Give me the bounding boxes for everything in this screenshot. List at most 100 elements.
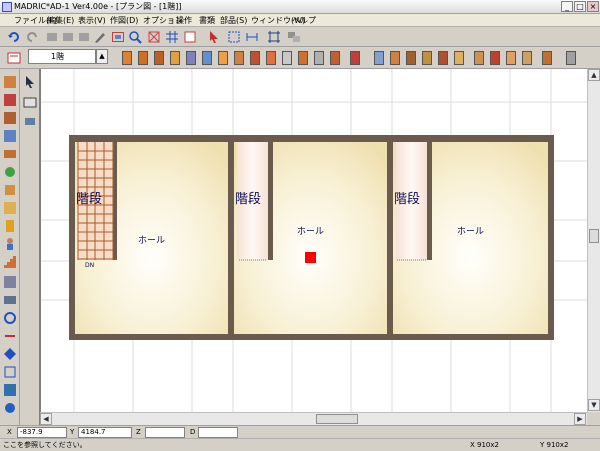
scroll-down-button[interactable]: ▼ [588, 399, 600, 411]
fixture-tool-icon[interactable] [266, 51, 276, 65]
maximize-button[interactable]: □ [574, 1, 586, 12]
copy-tool-icon[interactable] [3, 275, 17, 289]
move-tool-icon[interactable] [3, 293, 17, 307]
display-tool-icon[interactable] [23, 96, 37, 110]
z-coordinate-field[interactable] [145, 427, 185, 438]
measure-icon[interactable] [266, 29, 280, 43]
coordinate-bar: X -837.9 Y 4184.7 Z D [0, 425, 600, 438]
furniture-tool-icon[interactable] [330, 51, 340, 65]
paste-icon[interactable] [76, 29, 90, 43]
menu-draw[interactable]: 作図(D) [110, 15, 138, 26]
y-label: Y [70, 428, 75, 436]
grid-icon[interactable] [164, 29, 178, 43]
x-coordinate-field[interactable]: -837.9 [17, 427, 67, 438]
building-tool-icon[interactable] [3, 183, 17, 197]
window-tool-icon[interactable] [186, 51, 196, 65]
bath-tool-icon[interactable] [298, 51, 308, 65]
rail-tool-icon[interactable] [522, 51, 532, 65]
delete-tool-icon[interactable] [490, 51, 500, 65]
door-list-icon[interactable] [3, 219, 17, 233]
selection-marker[interactable] [305, 252, 316, 263]
scale-tool-icon[interactable] [3, 365, 17, 379]
menu-help[interactable]: ヘルプ [292, 15, 316, 26]
undo-icon[interactable] [6, 29, 20, 43]
room-2-stair-label: 階段 [235, 192, 261, 207]
dimension-icon[interactable] [244, 29, 258, 43]
view3d-tool-icon[interactable] [3, 383, 17, 397]
gate-tool-icon[interactable] [406, 51, 416, 65]
room-tool-icon[interactable] [3, 93, 17, 107]
menu-operation[interactable]: 操作 [176, 15, 192, 26]
app-icon [2, 2, 12, 12]
label-tool-icon[interactable] [474, 51, 484, 65]
carport-tool-icon[interactable] [438, 51, 448, 65]
deck-tool-icon[interactable] [422, 51, 432, 65]
beam-tool-icon[interactable] [250, 51, 260, 65]
shelf-tool-icon[interactable] [542, 51, 552, 65]
door-tool-icon[interactable] [170, 51, 180, 65]
status-bar: ここを参照してください。 X 910x2 Y 910x2 [0, 438, 600, 451]
scroll-up-button[interactable]: ▲ [588, 69, 600, 81]
range-select-icon[interactable] [226, 29, 240, 43]
select-arrow-icon[interactable] [206, 29, 220, 43]
render-tool-icon[interactable] [3, 401, 17, 415]
minimize-button[interactable]: _ [561, 1, 573, 12]
redo-icon[interactable] [24, 29, 38, 43]
column-tool-icon[interactable] [234, 51, 244, 65]
exterior-tool-icon[interactable] [374, 51, 384, 65]
floor-up-button[interactable]: ▲ [96, 49, 108, 64]
frame-icon[interactable] [182, 29, 196, 43]
pointer-tool-icon[interactable] [23, 75, 37, 89]
zoom-icon[interactable] [127, 29, 142, 44]
left-toolbar-2 [20, 69, 40, 426]
plan-canvas[interactable]: 階段 ホール DN 階段 ホール 階段 ホール [40, 69, 587, 412]
rotate-tool-icon[interactable] [3, 311, 17, 325]
house-tool-icon[interactable] [3, 75, 17, 89]
stairs-list-icon[interactable] [3, 255, 17, 269]
floor-tool-icon[interactable] [138, 51, 148, 65]
floor-icon[interactable] [6, 50, 21, 64]
fit-zoom-icon[interactable] [146, 29, 160, 43]
window-list-icon[interactable] [3, 129, 17, 143]
wall-tool-icon[interactable] [122, 51, 132, 65]
roof-tool-icon[interactable] [218, 51, 228, 65]
vertical-scroll-thumb[interactable] [589, 229, 599, 243]
stamp-tool-icon[interactable] [506, 51, 516, 65]
plant-tool-icon[interactable] [3, 165, 17, 179]
close-button[interactable]: × [587, 1, 599, 12]
align-tool-icon[interactable] [3, 347, 17, 361]
stair-tool-icon[interactable] [154, 51, 164, 65]
layer-icon[interactable] [286, 29, 300, 43]
vertical-scrollbar[interactable]: ▲ ▼ [587, 69, 600, 412]
fence-tool-icon[interactable] [390, 51, 400, 65]
menu-view[interactable]: 表示(V) [78, 15, 106, 26]
menu-document[interactable]: 書類 [199, 15, 215, 26]
cut-icon[interactable] [44, 29, 58, 43]
column-grid-tool-icon[interactable] [566, 51, 576, 65]
scroll-left-button[interactable]: ◀ [40, 413, 52, 425]
pen-icon[interactable] [92, 29, 106, 43]
menu-edit[interactable]: 編集(E) [47, 15, 74, 26]
d-coordinate-field[interactable] [198, 427, 238, 438]
menu-parts[interactable]: 部品(S) [220, 15, 247, 26]
room-1-door-label: DN [85, 262, 94, 269]
print-tool-icon[interactable] [23, 114, 37, 128]
room-3-hall-label: ホール [457, 226, 484, 237]
y-coordinate-field[interactable]: 4184.7 [78, 427, 132, 438]
horizontal-scroll-thumb[interactable] [316, 414, 358, 424]
window-frame-icon[interactable] [110, 29, 124, 43]
window-tool-2-icon[interactable] [202, 51, 212, 65]
horizontal-scrollbar[interactable]: ◀ ▶ [40, 412, 587, 425]
symbol-tool-icon[interactable] [350, 51, 360, 65]
toilet-tool-icon[interactable] [314, 51, 324, 65]
wall-list-icon[interactable] [3, 111, 17, 125]
floor-list-icon[interactable] [3, 201, 17, 215]
copy-icon[interactable] [60, 29, 74, 43]
person-tool-icon[interactable] [3, 237, 17, 251]
scroll-right-button[interactable]: ▶ [574, 413, 586, 425]
tree-tool-icon[interactable] [454, 51, 464, 65]
kitchen-tool-icon[interactable] [282, 51, 292, 65]
floor-select[interactable]: 1階 [28, 49, 96, 64]
furniture-list-icon[interactable] [3, 147, 17, 161]
mirror-tool-icon[interactable] [3, 329, 17, 343]
